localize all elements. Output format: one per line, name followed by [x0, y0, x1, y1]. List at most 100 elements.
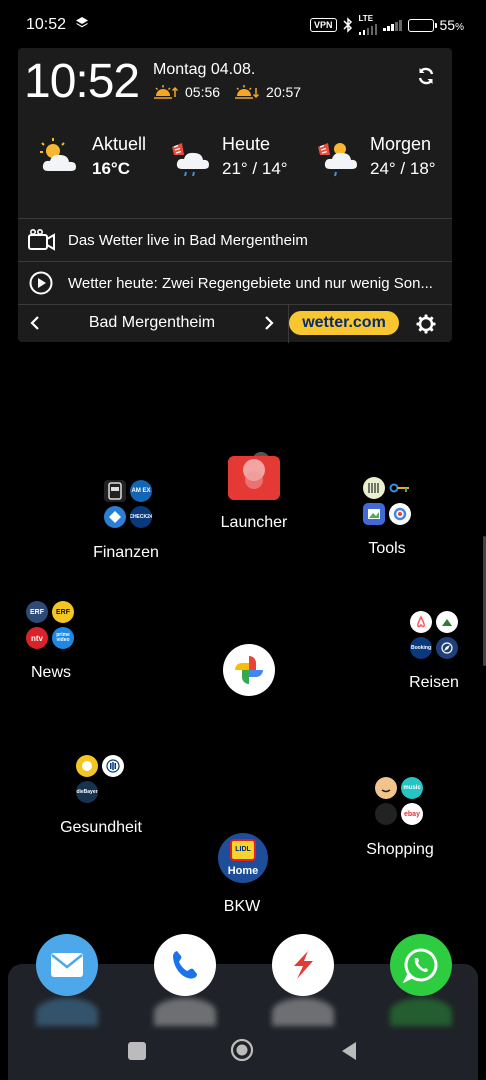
sunset-icon [235, 85, 260, 99]
diebayer-app-icon: dieBayer [76, 781, 98, 803]
bluetooth-icon [342, 17, 352, 33]
dock-reflection [272, 998, 334, 1026]
windy-rain-icon [172, 142, 209, 176]
amazon-app-icon [375, 777, 397, 799]
signal-icon-1 [358, 23, 378, 35]
vpn-icon: VPN [310, 18, 337, 32]
files-app-icon [363, 503, 385, 525]
amazon-music-app-icon: music [401, 777, 423, 799]
prime-video-app-icon: prime video [52, 627, 74, 649]
folder-gesundheit[interactable]: dieBayer [71, 750, 131, 810]
folder-finanzen[interactable]: AM EX CHECK24 [99, 475, 159, 535]
dock-reflection [390, 998, 452, 1026]
lidl-home-app[interactable]: LIDL Home [218, 833, 268, 883]
partly-cloudy-icon [40, 137, 76, 171]
mail-app[interactable] [36, 934, 98, 996]
weather-video-text: Wetter heute: Zwei Regengebiete und nur … [68, 274, 433, 292]
sunset-time: 20:57 [266, 84, 302, 100]
lte-label: LTE [358, 14, 374, 23]
launcher-icon [228, 452, 280, 500]
whatsapp-app[interactable] [390, 934, 452, 996]
forecast-today[interactable]: Heute 21° / 14° [166, 134, 288, 179]
forecast-tomorrow[interactable]: Morgen 24° / 18° [314, 134, 436, 179]
pinwheel-icon [235, 656, 263, 684]
ntv-app-icon: ntv [26, 627, 48, 649]
battery-percent: 55% [439, 17, 464, 33]
weather-video-row[interactable]: Wetter heute: Zwei Regengebiete und nur … [18, 261, 452, 304]
chevron-left-icon[interactable] [28, 315, 42, 331]
compass-app-icon [436, 637, 458, 659]
launcher-label: Launcher [220, 514, 288, 531]
folder-shopping[interactable]: music ebay [370, 772, 430, 832]
sun-times: 05:56 20:57 [153, 84, 301, 100]
folder-news[interactable]: ERF ERF ntv prime video [21, 596, 81, 656]
widget-clock[interactable]: 10:52 [24, 54, 140, 109]
dock-reflection [36, 998, 98, 1026]
google-photos-app[interactable] [223, 644, 275, 696]
sunrise-icon [154, 85, 179, 99]
forecast-today-label: Heute [222, 134, 271, 154]
bkw-label: BKW [223, 898, 261, 915]
forecast-current-label: Aktuell [92, 134, 147, 154]
forecast-tomorrow-label: Morgen [370, 134, 432, 154]
lens-app-icon [389, 503, 411, 525]
shop-app-icon [375, 803, 397, 825]
gear-icon[interactable] [416, 314, 436, 334]
wetter-com-logo[interactable]: wetter.com [289, 311, 399, 335]
whatsapp-icon [402, 948, 438, 984]
refresh-icon[interactable] [416, 66, 436, 86]
phone-app[interactable] [154, 934, 216, 996]
wallet-app-icon [104, 480, 126, 502]
battery-icon [407, 18, 437, 32]
phone-icon [173, 951, 197, 979]
home-button[interactable] [230, 1038, 254, 1062]
health-app-icon-1 [76, 755, 98, 777]
airbnb-app-icon [410, 611, 432, 633]
forecast-current[interactable]: Aktuell 16°C [36, 134, 146, 179]
sunrise-time: 05:56 [185, 84, 221, 100]
status-bar: 10:52 VPN LTE 55% [0, 0, 486, 50]
forecast-current-value: 16°C [92, 159, 130, 178]
forecast-today-value: 21° / 14° [222, 159, 288, 178]
back-button[interactable] [340, 1041, 358, 1061]
erf-app-icon-2: ERF [52, 601, 74, 623]
forecast-tomorrow-value: 24° / 18° [370, 159, 436, 178]
key-app-icon [389, 477, 411, 499]
folder-tools[interactable] [358, 472, 418, 532]
live-weather-row[interactable]: Das Wetter live in Bad Mergentheim [18, 218, 452, 261]
windy-sun-rain-icon [318, 142, 357, 176]
erf-app-icon-1: ERF [26, 601, 48, 623]
ebay-app-icon: ebay [401, 803, 423, 825]
city-name[interactable]: Bad Mergentheim [58, 314, 246, 332]
folder-gesundheit-label: Gesundheit [60, 819, 142, 836]
folder-finanzen-label: Finanzen [93, 544, 159, 561]
status-time: 10:52 [26, 16, 67, 33]
folder-shopping-label: Shopping [366, 841, 434, 858]
dock-reflection [154, 998, 216, 1026]
komoot-app-icon [436, 611, 458, 633]
live-weather-text: Das Wetter live in Bad Mergentheim [68, 231, 308, 249]
play-icon [29, 271, 53, 295]
barcode-app-icon [363, 477, 385, 499]
check24-app-icon: CHECK24 [130, 506, 152, 528]
recents-button[interactable] [128, 1042, 146, 1060]
widget-city-nav: Bad Mergentheim wetter.com [18, 304, 452, 343]
widget-date: Montag 04.08. [153, 61, 256, 78]
weather-widget[interactable]: 10:52 Montag 04.08. 05:56 20:57 Aktuell … [18, 48, 452, 343]
folder-reisen[interactable]: Booking [405, 606, 465, 666]
envelope-icon [51, 953, 83, 977]
booking-app-icon: Booking [410, 637, 432, 659]
launcher-app[interactable] [224, 448, 284, 508]
folder-reisen-label: Reisen [409, 674, 459, 691]
red-app[interactable] [272, 934, 334, 996]
lidl-logo: LIDL [230, 839, 256, 861]
folder-tools-label: Tools [368, 540, 406, 557]
allianz-app-icon [102, 755, 124, 777]
signal-icon-2 [383, 19, 402, 31]
lidl-home-text: Home [227, 865, 259, 877]
chevron-right-icon[interactable] [262, 315, 276, 331]
folder-news-label: News [30, 664, 71, 681]
video-camera-icon [28, 228, 55, 251]
bank-app-icon [104, 506, 126, 528]
layers-icon [76, 17, 88, 28]
